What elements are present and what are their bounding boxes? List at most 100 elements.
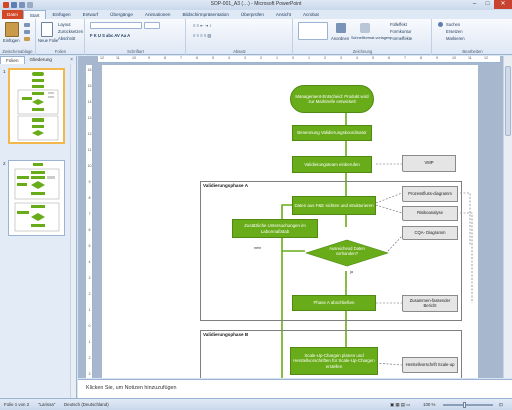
new-slide-button[interactable]: Neue Folie xyxy=(38,38,58,43)
slides-group: Neue Folie Layout Zurücksetzen Abschnitt… xyxy=(37,19,85,55)
find-icon[interactable] xyxy=(438,22,443,27)
slide-1-preview xyxy=(17,72,59,141)
paste-icon[interactable] xyxy=(5,22,19,37)
quick-styles-icon[interactable] xyxy=(360,23,370,33)
shapes-gallery[interactable] xyxy=(298,22,328,40)
herstell-document[interactable]: Herstellvorschrift Scale-up xyxy=(402,357,458,373)
tab-entwurf[interactable]: Entwurf xyxy=(77,10,105,19)
phase-b-label: Validierungsphase B xyxy=(203,332,249,337)
slide-thumbnail-2[interactable] xyxy=(8,160,65,236)
phase-a-end-box[interactable]: Phase A abschließen xyxy=(292,295,376,311)
theme-name: "Larissa" xyxy=(38,402,56,407)
tab-datei[interactable]: Datei xyxy=(2,10,23,19)
tab-animationen[interactable]: Animationen xyxy=(139,10,177,19)
panel-close-icon[interactable]: × xyxy=(70,57,73,63)
start-node[interactable]: Management-Entscheid: Produkt wird zur M… xyxy=(290,85,374,113)
paste-button[interactable]: Einfügen xyxy=(3,38,20,43)
team-box[interactable]: Validierungsteam einberufen xyxy=(292,156,372,173)
tab-start[interactable]: Start xyxy=(22,10,47,19)
zoom-slider-knob[interactable] xyxy=(463,402,466,408)
zoom-slider[interactable] xyxy=(443,404,493,406)
paragraph-group: ≡ ≡ ⇤ ⇥ ↕ ≡ ≡ ≡ ≡ ▥ Absatz xyxy=(187,19,293,55)
ribbon: Einfügen Zwischenablage Neue Folie Layou… xyxy=(0,19,512,55)
decision-text: Ausreichend Daten vorhanden? xyxy=(329,246,365,256)
editing-group: Suchen Ersetzen Markieren Bearbeiten xyxy=(433,19,512,55)
bericht-document[interactable]: Zusammen-fassender Bericht xyxy=(402,295,458,312)
slide-number-1: 1 xyxy=(3,69,6,74)
scaleup-box[interactable]: Scale-Up-Chargen planen und Herstellvors… xyxy=(290,347,378,375)
vmp-document[interactable]: VMP xyxy=(402,155,456,172)
align-buttons[interactable]: ≡ ≡ ≡ ≡ ▥ xyxy=(193,33,211,38)
window-controls: – □ ✕ xyxy=(468,0,512,9)
format-painter-icon[interactable] xyxy=(24,37,30,41)
cut-icon[interactable] xyxy=(24,23,30,27)
vertical-ruler: 16 15 14 13 12 11 10 9 8 7 6 5 4 3 2 1 0… xyxy=(86,65,93,378)
tab-acrobat[interactable]: Acrobat xyxy=(297,10,325,19)
reset-button[interactable]: Zurücksetzen xyxy=(58,29,83,34)
quick-styles-button[interactable]: Schnellformat-vorlagen xyxy=(351,36,390,40)
drawing-group-label: Zeichnung xyxy=(352,49,373,54)
clipboard-group-label: Zwischenablage xyxy=(2,49,33,54)
layout-button[interactable]: Layout xyxy=(58,22,71,27)
close-button[interactable]: ✕ xyxy=(494,0,512,9)
clipboard-group: Einfügen Zwischenablage xyxy=(0,19,36,55)
fit-slide-icon[interactable]: ⊡ xyxy=(499,402,503,408)
font-name-field[interactable] xyxy=(90,22,142,29)
shape-outline-button[interactable]: Formkontur xyxy=(390,29,411,34)
list-buttons[interactable]: ≡ ≡ ⇤ ⇥ ↕ xyxy=(193,23,212,28)
powerpoint-window: SOP-001_A3 (…) - Microsoft PowerPoint – … xyxy=(0,0,512,410)
window-title: SOP-001_A3 (…) - Microsoft PowerPoint xyxy=(210,1,302,7)
minimize-button[interactable]: – xyxy=(468,0,481,9)
notes-placeholder: Klicken Sie, um Notizen hinzuzufügen xyxy=(86,385,177,391)
copy-icon[interactable] xyxy=(24,30,30,34)
tab-bildschirmpraesentation[interactable]: Bildschirmpräsentation xyxy=(176,10,234,19)
arrange-icon[interactable] xyxy=(336,23,346,33)
risiko-document[interactable]: Risikoanalyse xyxy=(402,206,458,221)
nein-label: nein xyxy=(254,246,262,250)
coordinator-box[interactable]: Benennung Validierungskoordinator xyxy=(292,125,372,141)
select-button[interactable]: Markieren xyxy=(446,36,465,41)
tab-ansicht[interactable]: Ansicht xyxy=(270,10,297,19)
font-size-field[interactable] xyxy=(144,22,160,29)
arrange-button[interactable]: Anordnen xyxy=(331,36,349,41)
notes-pane[interactable]: Klicken Sie, um Notizen hinzuzufügen xyxy=(78,379,512,398)
new-slide-icon[interactable] xyxy=(41,22,53,37)
ja-label: ja xyxy=(350,270,353,274)
font-group-label: Schriftart xyxy=(127,49,144,54)
tab-uebergaenge[interactable]: Übergänge xyxy=(104,10,139,19)
font-style-buttons[interactable]: F K U S abc AV Aa A xyxy=(90,33,130,38)
zusaetzlich-box[interactable]: Zusätzliche Untersuchungen im Labormaßst… xyxy=(232,219,318,238)
panel-scrollbar[interactable] xyxy=(70,64,76,398)
section-button[interactable]: Abschnitt xyxy=(58,36,75,41)
slide-number-2: 2 xyxy=(3,161,6,166)
slide-thumbnail-1[interactable] xyxy=(8,68,65,144)
language-status[interactable]: Deutsch (Deutschland) xyxy=(64,402,109,407)
canvas-scrollbar[interactable] xyxy=(503,56,512,378)
replace-button[interactable]: Ersetzen xyxy=(446,29,463,34)
cqa-document[interactable]: CQA- Diagramm xyxy=(402,226,458,240)
zoom-level[interactable]: 100 % xyxy=(423,402,435,407)
tab-einfuegen[interactable]: Einfügen xyxy=(46,10,76,19)
ribbon-tabs: Datei Start Einfügen Entwurf Übergänge A… xyxy=(0,10,512,19)
prozessfluss-document[interactable]: Prozessfluss-diagramm xyxy=(402,186,458,202)
slide-canvas-area: 12 11 10 9 8 7 6 5 4 3 2 1 0 1 2 3 4 5 6… xyxy=(78,56,512,378)
maximize-button[interactable]: □ xyxy=(481,0,494,9)
horizontal-ruler: 12 11 10 9 8 7 6 5 4 3 2 1 0 1 2 3 4 5 6… xyxy=(98,56,500,63)
tab-folien[interactable]: Folien xyxy=(0,56,25,64)
shape-fill-button[interactable]: Fülleffekt xyxy=(390,22,407,27)
tab-ueberpruefen[interactable]: Überprüfen xyxy=(235,10,270,19)
editing-group-label: Bearbeiten xyxy=(462,49,483,54)
slide-2-preview xyxy=(14,163,60,232)
slides-panel: Folien Gliederung × 1 2 xyxy=(0,56,77,398)
paragraph-group-label: Absatz xyxy=(233,49,246,54)
slides-group-label: Folien xyxy=(54,49,67,54)
slide-1[interactable]: Validierungsphase A Validierungsphase B … xyxy=(102,65,478,378)
shape-effects-button[interactable]: Formeffekte xyxy=(390,36,412,41)
canvas-scroll-thumb[interactable] xyxy=(505,66,511,136)
view-buttons[interactable]: ▣ ▦ ▤ ▭ xyxy=(390,402,410,408)
font-group: F K U S abc AV Aa A Schriftart xyxy=(86,19,186,55)
find-button[interactable]: Suchen xyxy=(446,22,460,27)
tab-gliederung[interactable]: Gliederung xyxy=(25,56,57,64)
sichten-box[interactable]: Daten aus F&E sichten und strukturieren xyxy=(292,196,376,215)
status-bar: Folie 1 von 2 "Larissa" Deutsch (Deutsch… xyxy=(0,398,512,410)
